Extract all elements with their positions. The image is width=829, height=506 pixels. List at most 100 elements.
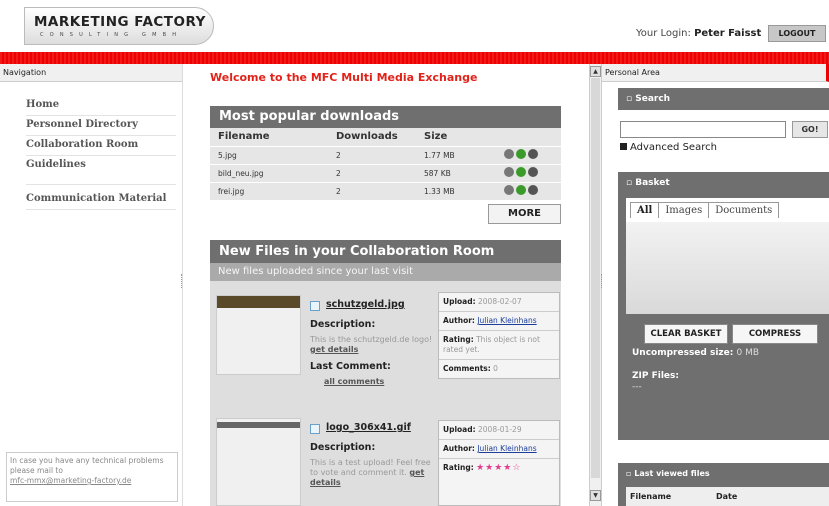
scroll-thumb[interactable] [591, 78, 600, 478]
table-row: 5.jpg 2 1.77 MB [210, 146, 561, 165]
upload-label: Upload: [443, 425, 476, 434]
personal-area-bar: Personal Area [602, 64, 829, 82]
comments-links: all comments [324, 377, 454, 387]
nav-item-collaboration-room[interactable]: Collaboration Room [26, 139, 138, 150]
personal-area-panel: Personal Area ▫ Search GO! Advanced Sear… [601, 64, 829, 506]
file-entry: logo_306x41.gif Description: This is a t… [214, 412, 561, 506]
comments-count: Comments: 0 [439, 360, 559, 378]
cell-filename: 5.jpg [210, 146, 328, 165]
scroll-down-arrow-icon[interactable]: ▼ [590, 490, 601, 501]
row-actions [496, 146, 561, 165]
upload-value: 2008-01-29 [478, 425, 522, 434]
table-row: frei.jpg 2 1.33 MB [210, 182, 561, 201]
file-name-link[interactable]: logo_306x41.gif [326, 422, 411, 433]
company-logo[interactable]: MARKETING FACTORY CONSULTING GMBH [24, 7, 214, 45]
nav-divider [26, 209, 176, 210]
author: Author: Julian Kleinhans [439, 312, 559, 331]
description-value: This is the schutzgeld.de logo! [310, 335, 433, 344]
image-file-icon [310, 424, 320, 434]
header: MARKETING FACTORY CONSULTING GMBH Your L… [0, 0, 829, 52]
row-actions [496, 182, 561, 201]
nav-item-home[interactable]: Home [26, 99, 59, 110]
login-user: Peter Faisst [694, 28, 762, 39]
rating: Rating: ★★★★☆ [439, 459, 559, 477]
uncompressed-value: 0 MB [736, 348, 760, 358]
search-title: ▫ Search [626, 94, 671, 104]
clear-basket-button[interactable]: CLEAR BASKET [644, 324, 728, 344]
upload-date: Upload: 2008-01-29 [439, 421, 559, 440]
column-header-filename: Filename [630, 492, 672, 501]
column-header-downloads: Downloads [328, 128, 416, 147]
table-header-row: Filename Downloads Size [210, 128, 561, 147]
column-header-actions [496, 128, 561, 147]
cell-size: 1.77 MB [416, 146, 496, 165]
search-title-text: Search [635, 94, 671, 104]
resize-handle[interactable] [181, 274, 183, 288]
all-comments-link[interactable]: all comments [324, 377, 384, 386]
image-file-icon [310, 301, 320, 311]
login-label: Your Login: [636, 28, 691, 39]
file-name-link[interactable]: schutzgeld.jpg [326, 299, 405, 310]
support-notice: In case you have any technical problems … [6, 452, 178, 502]
last-viewed-header: Filename Date [626, 487, 829, 506]
forward-icon[interactable] [516, 167, 526, 177]
nav-divider [26, 135, 176, 136]
main-scrollbar[interactable]: ▲ ▼ [589, 64, 601, 506]
basket-title: ▫ Basket [626, 178, 670, 188]
cell-downloads: 2 [328, 182, 416, 201]
search-input[interactable] [620, 121, 786, 138]
author-link[interactable]: Julian Kleinhans [477, 444, 536, 453]
nav-item-personnel-directory[interactable]: Personnel Directory [26, 119, 138, 130]
add-to-basket-icon[interactable] [528, 149, 538, 159]
file-metadata: Upload: 2008-01-29 Author: Julian Kleinh… [438, 420, 560, 506]
basket-content-area[interactable] [626, 222, 829, 314]
description-text: This is a test upload! Feel free to vote… [310, 458, 440, 488]
forward-icon[interactable] [516, 185, 526, 195]
tab-documents[interactable]: Documents [708, 202, 780, 218]
zip-files-value: --- [632, 382, 642, 392]
column-header-date: Date [716, 492, 738, 501]
author-link[interactable]: Julian Kleinhans [477, 316, 536, 325]
tab-all[interactable]: All [630, 202, 660, 218]
info-icon[interactable] [504, 185, 514, 195]
popular-downloads-title: Most popular downloads [210, 106, 561, 128]
resize-handle[interactable] [601, 274, 603, 288]
add-to-basket-icon[interactable] [528, 185, 538, 195]
navigation-bar: Navigation [0, 64, 182, 82]
add-to-basket-icon[interactable] [528, 167, 538, 177]
forward-icon[interactable] [516, 149, 526, 159]
compress-button[interactable]: COMPRESS [732, 324, 818, 344]
logout-button[interactable]: LOGOUT [768, 25, 826, 42]
rating-stars[interactable]: ★★★★☆ [476, 463, 521, 473]
nav-item-communication-material[interactable]: Communication Material [26, 193, 166, 204]
column-header-size: Size [416, 128, 496, 147]
scroll-up-arrow-icon[interactable]: ▲ [590, 66, 601, 77]
more-button[interactable]: MORE [488, 203, 561, 224]
tab-images[interactable]: Images [658, 202, 710, 218]
main-content: Welcome to the MFC Multi Media Exchange … [184, 64, 589, 506]
cell-downloads: 2 [328, 146, 416, 165]
info-icon[interactable] [504, 149, 514, 159]
support-email-link[interactable]: mfc-mmx@marketing-factory.de [10, 476, 131, 485]
nav-item-guidelines[interactable]: Guidelines [26, 159, 86, 170]
logo-title: MARKETING FACTORY [34, 14, 206, 30]
info-icon[interactable] [504, 167, 514, 177]
last-viewed-title: ▫ Last viewed files [626, 469, 710, 478]
author-label: Author: [443, 316, 475, 325]
logo-subtitle: CONSULTING GMBH [40, 32, 183, 38]
support-text: In case you have any technical problems … [10, 456, 164, 475]
more-row: MORE [210, 200, 561, 224]
search-go-button[interactable]: GO! [792, 121, 828, 138]
cell-size: 587 KB [416, 164, 496, 183]
file-thumbnail[interactable] [216, 418, 301, 506]
get-details-link[interactable]: get details [310, 345, 358, 354]
new-files-panel: New Files in your Collaboration Room New… [210, 240, 561, 506]
thumbnail-image [217, 422, 300, 428]
comments-label: Comments: [443, 364, 491, 373]
header-accent-bar [0, 52, 829, 64]
cell-size: 1.33 MB [416, 182, 496, 201]
file-thumbnail[interactable] [216, 295, 301, 375]
last-viewed-box: ▫ Last viewed files Filename Date [618, 463, 829, 506]
advanced-search-link[interactable]: Advanced Search [620, 142, 717, 153]
last-comment-label: Last Comment: [310, 361, 391, 372]
